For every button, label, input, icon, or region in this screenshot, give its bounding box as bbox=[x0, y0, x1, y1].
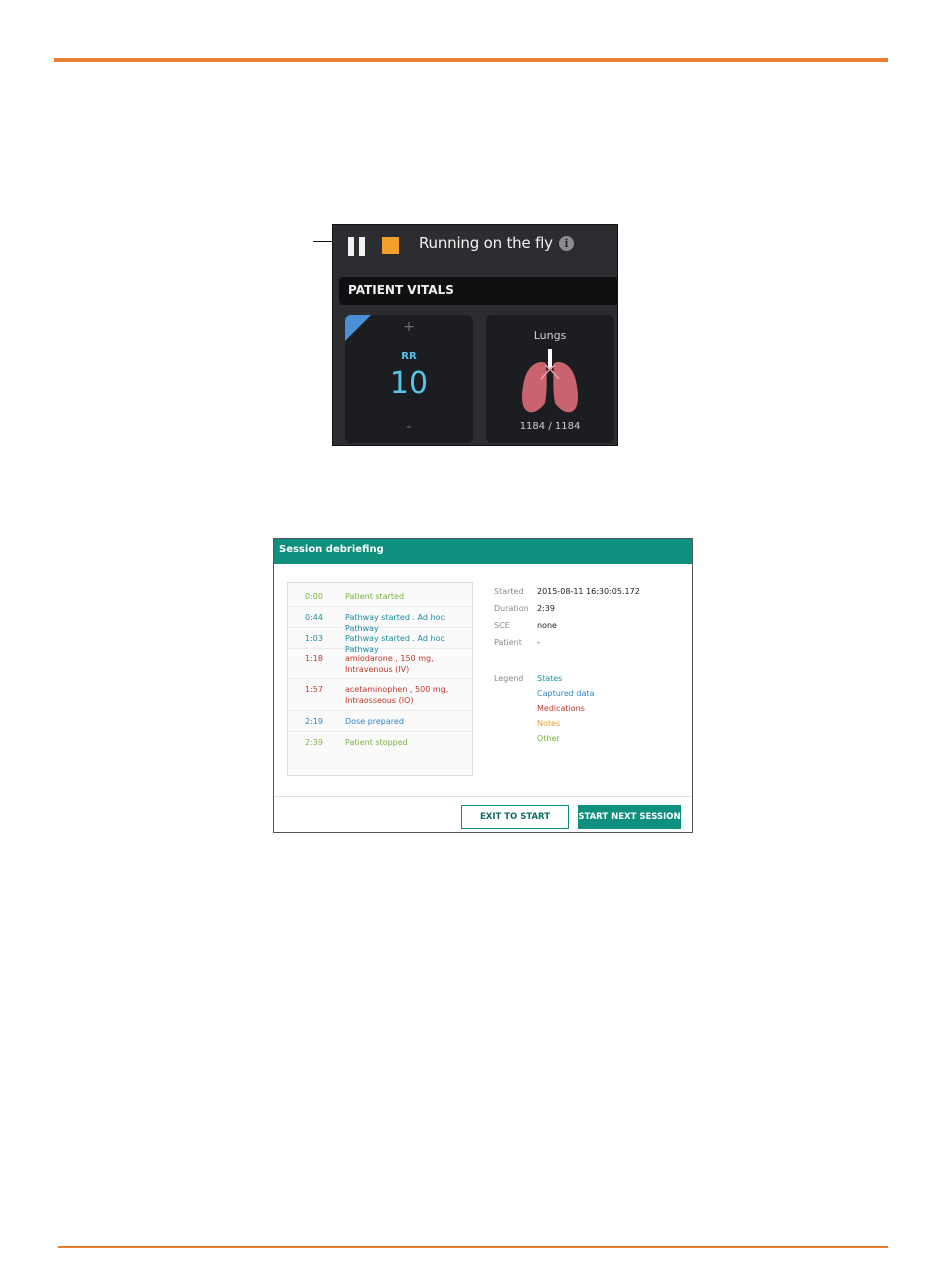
legend-item-states: States bbox=[537, 674, 563, 683]
lungs-label: Lungs bbox=[533, 329, 567, 342]
lungs-icon bbox=[522, 349, 578, 413]
event-time: 1:18 bbox=[305, 654, 323, 663]
running-title: Running on the fly bbox=[419, 234, 553, 252]
event-row: 2:39 Patient stopped bbox=[288, 732, 472, 753]
event-row: 1:18 amiodarone , 150 mg, Intravenous (I… bbox=[288, 649, 472, 679]
sce-label: SCE bbox=[494, 621, 510, 630]
patient-value: - bbox=[537, 638, 540, 647]
event-desc: acetaminophen , 500 mg, Intraosseous (IO… bbox=[345, 685, 449, 705]
legend-item-captured-data: Captured data bbox=[537, 689, 595, 698]
patient-label: Patient bbox=[494, 638, 522, 647]
debriefing-header: Session debriefing bbox=[274, 539, 692, 564]
event-desc: Patient stopped bbox=[345, 738, 408, 747]
top-accent-rule bbox=[54, 58, 888, 62]
legend-item-other: Other bbox=[537, 734, 560, 743]
event-row: 0:44 Pathway started . Ad hoc Pathway bbox=[288, 607, 472, 633]
event-row: 1:03 Pathway started . Ad hoc Pathway bbox=[288, 628, 472, 654]
event-desc: Patient started bbox=[345, 592, 405, 601]
info-icon[interactable]: i bbox=[559, 236, 574, 251]
event-row: 0:00 Patient started bbox=[288, 586, 472, 607]
event-time: 2:19 bbox=[305, 717, 323, 726]
event-time: 1:57 bbox=[305, 685, 323, 694]
event-row: 2:19 Dose prepared bbox=[288, 711, 472, 732]
event-log: 0:00 Patient started 0:44 Pathway starte… bbox=[287, 582, 473, 776]
event-row: 1:57 acetaminophen , 500 mg, Intraosseou… bbox=[288, 679, 472, 711]
sce-value: none bbox=[537, 621, 557, 630]
stop-icon[interactable] bbox=[382, 237, 399, 254]
started-label: Started bbox=[494, 587, 524, 596]
event-time: 0:44 bbox=[305, 613, 323, 622]
running-header: Running on the fly i bbox=[333, 225, 617, 265]
duration-value: 2:39 bbox=[537, 604, 555, 613]
rr-label: RR bbox=[401, 351, 417, 362]
event-time: 0:00 bbox=[305, 592, 323, 601]
rr-decrease-button[interactable]: - bbox=[345, 419, 473, 435]
session-debriefing-dialog: Session debriefing 0:00 Patient started … bbox=[273, 538, 693, 833]
patient-vitals-title: PATIENT VITALS bbox=[348, 283, 454, 297]
rr-increase-button[interactable]: + bbox=[345, 319, 473, 335]
legend-item-medications: Medications bbox=[537, 704, 585, 713]
exit-to-start-screen-button[interactable]: EXIT TO START SCREEN bbox=[461, 805, 569, 829]
patient-vitals-header: PATIENT VITALS bbox=[339, 277, 617, 305]
event-time: 2:39 bbox=[305, 738, 323, 747]
rr-value: 10 bbox=[389, 366, 429, 401]
started-value: 2015-08-11 16:30:05.172 bbox=[537, 587, 640, 596]
event-desc: Dose prepared bbox=[345, 717, 404, 726]
debriefing-title: Session debriefing bbox=[279, 544, 384, 555]
event-desc: amiodarone , 150 mg, Intravenous (IV) bbox=[345, 654, 434, 674]
footer-divider bbox=[274, 796, 692, 797]
lungs-count: 1184 / 1184 bbox=[519, 421, 581, 432]
start-next-session-button[interactable]: START NEXT SESSION bbox=[578, 805, 681, 829]
pause-icon[interactable] bbox=[348, 237, 366, 256]
duration-label: Duration bbox=[494, 604, 529, 613]
running-panel: Running on the fly i PATIENT VITALS + RR… bbox=[332, 224, 618, 446]
bottom-accent-rule bbox=[58, 1246, 888, 1248]
rr-vital-tile[interactable]: + RR 10 - bbox=[345, 315, 473, 443]
event-time: 1:03 bbox=[305, 634, 323, 643]
legend-item-notes: Notes bbox=[537, 719, 561, 728]
lungs-vital-tile[interactable]: Lungs 1184 / 1184 bbox=[486, 315, 614, 443]
legend-label: Legend bbox=[494, 674, 524, 683]
